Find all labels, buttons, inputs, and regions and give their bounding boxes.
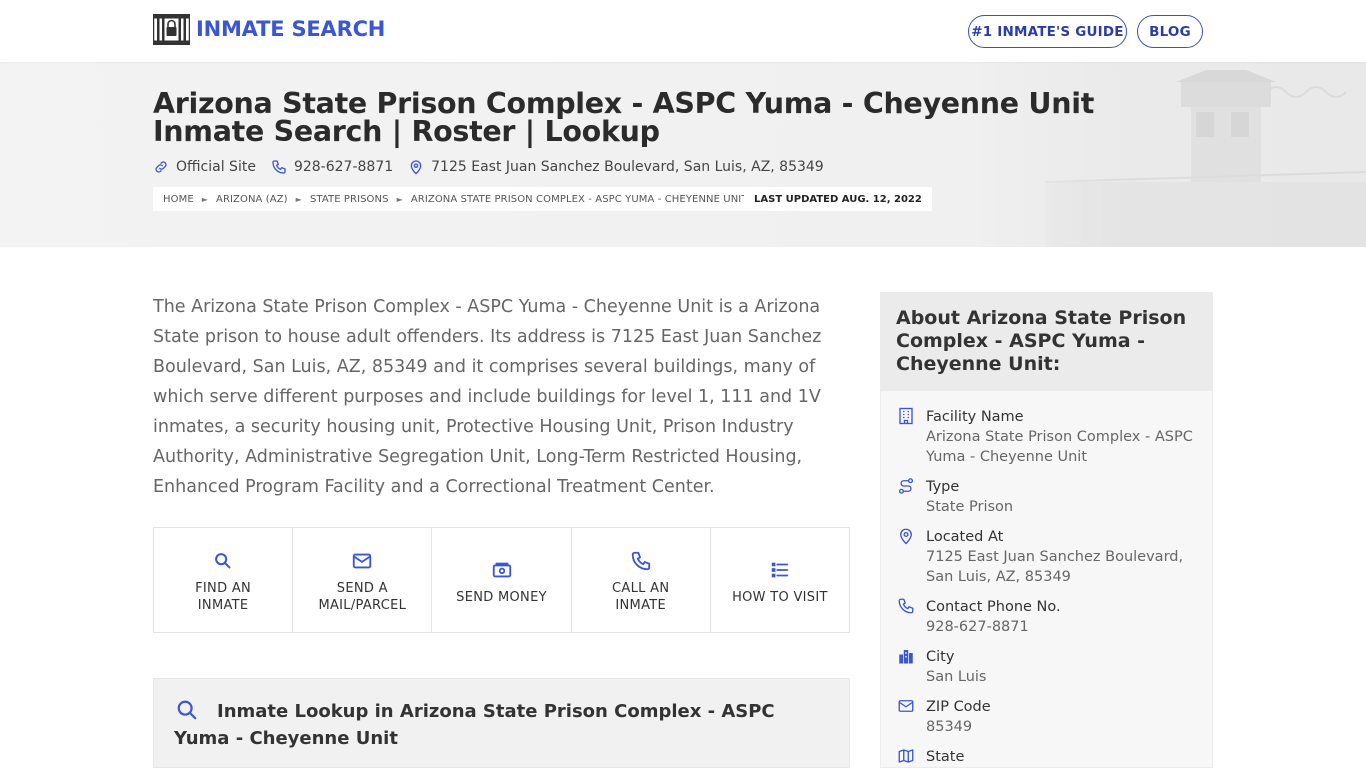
zip-code-row: ZIP Code 85349: [881, 697, 1212, 737]
hero-banner: Arizona State Prison Complex - ASPC Yuma…: [0, 62, 1366, 247]
how-to-visit-label: HOW TO VISIT: [732, 589, 828, 605]
type-label: Type: [926, 479, 960, 495]
blog-button[interactable]: BLOG: [1137, 15, 1203, 48]
list-icon: [771, 562, 789, 577]
about-facility-sidebar: About Arizona State Prison Complex - ASP…: [880, 292, 1213, 768]
page-title: Arizona State Prison Complex - ASPC Yuma…: [153, 87, 1095, 148]
breadcrumb-home[interactable]: HOME: [163, 194, 194, 205]
contact-phone-value[interactable]: 928-627-8871: [926, 617, 1200, 637]
search-icon: [215, 553, 231, 569]
send-mail-tile[interactable]: SEND A MAIL/PARCEL: [293, 528, 433, 632]
state-label: State: [926, 749, 965, 765]
inmates-guide-button[interactable]: #1 INMATE'S GUIDE: [968, 15, 1127, 48]
facility-name-label: Facility Name: [926, 409, 1024, 425]
how-to-visit-tile[interactable]: HOW TO VISIT: [711, 528, 849, 632]
find-inmate-tile[interactable]: FIND AN INMATE: [154, 528, 294, 632]
mail-icon: [353, 553, 372, 569]
located-at-value: 7125 East Juan Sanchez Boulevard, San Lu…: [926, 549, 1184, 585]
phone-number: 928-627-8871: [293, 159, 394, 175]
phone-icon: [898, 598, 914, 614]
contact-phone-label: Contact Phone No.: [926, 599, 1061, 615]
jail-lock-icon: [153, 13, 190, 45]
inmate-lookup-panel: Inmate Lookup in Arizona State Prison Co…: [153, 678, 850, 768]
city-value: San Luis: [926, 669, 987, 685]
breadcrumb-current: ARIZONA STATE PRISON COMPLEX - ASPC YUMA…: [410, 193, 748, 205]
top-navbar: INMATE SEARCH #1 INMATE'S GUIDE BLOG: [0, 0, 1366, 62]
action-tiles: FIND AN INMATE SEND A MAIL/PARCEL SEND MON…: [153, 527, 850, 633]
breadcrumb-separator-icon: ►: [396, 194, 403, 204]
zip-code-value: 85349: [926, 719, 973, 735]
facility-name-row: Facility Name Arizona State Prison Compl…: [881, 407, 1212, 467]
type-value: State Prison: [926, 499, 1014, 515]
call-inmate-label: CALL AN INMATE: [612, 581, 670, 613]
sidebar-title: About Arizona State Prison Complex - ASP…: [896, 307, 1187, 375]
map-pin-icon: [900, 528, 912, 545]
address-item: 7125 East Juan Sanchez Boulevard, San Lu…: [408, 159, 824, 175]
sidebar-header: About Arizona State Prison Complex - ASP…: [881, 293, 1212, 391]
breadcrumb-state-prisons[interactable]: STATE PRISONS: [310, 194, 389, 205]
site-logo[interactable]: INMATE SEARCH: [153, 13, 385, 45]
call-inmate-tile[interactable]: CALL AN INMATE: [572, 528, 711, 632]
phone-icon: [272, 160, 286, 174]
phone-link[interactable]: 928-627-8871: [271, 159, 393, 175]
city-row: City San Luis: [881, 647, 1212, 687]
breadcrumb-separator-icon: ►: [295, 194, 302, 204]
map-icon: [898, 749, 914, 763]
city-label: City: [926, 649, 955, 665]
send-money-tile[interactable]: SEND MONEY: [432, 528, 572, 632]
state-row: State: [881, 747, 1212, 767]
official-site-link[interactable]: Official Site: [153, 159, 256, 175]
mail-icon: [898, 700, 914, 712]
route-icon: [898, 478, 914, 494]
facility-meta: Official Site 928-627-8871 7125 East Jua…: [153, 157, 839, 177]
lookup-heading: Inmate Lookup in Arizona State Prison Co…: [174, 701, 775, 749]
facility-details-list: Facility Name Arizona State Prison Compl…: [881, 391, 1212, 767]
breadcrumb-separator-icon: ►: [201, 194, 209, 204]
breadcrumb-state[interactable]: ARIZONA (AZ): [216, 194, 288, 205]
city-icon: [899, 650, 913, 664]
facility-name-value: Arizona State Prison Complex - ASPC Yuma…: [926, 429, 1193, 465]
send-mail-label: SEND A MAIL/PARCEL: [318, 581, 407, 613]
map-pin-icon: [410, 160, 422, 175]
zip-code-label: ZIP Code: [926, 699, 991, 715]
address-text: 7125 East Juan Sanchez Boulevard, San Lu…: [431, 159, 824, 175]
send-money-label: SEND MONEY: [456, 589, 547, 605]
breadcrumb: HOME ► ARIZONA (AZ) ► STATE PRISONS ► AR…: [153, 187, 758, 211]
facility-description: The Arizona State Prison Complex - ASPC …: [153, 297, 822, 497]
link-icon: [155, 161, 167, 173]
contact-phone-row: Contact Phone No. 928-627-8871: [881, 597, 1212, 637]
phone-icon: [631, 551, 650, 571]
last-updated-badge: LAST UPDATED AUG. 12, 2022: [744, 187, 932, 211]
located-at-row: Located At 7125 East Juan Sanchez Boulev…: [881, 527, 1212, 587]
find-inmate-label: FIND AN INMATE: [195, 581, 252, 613]
located-at-label: Located At: [926, 529, 1004, 545]
logo-text: INMATE SEARCH: [196, 17, 386, 41]
type-row: Type State Prison: [881, 477, 1212, 517]
official-site-label: Official Site: [176, 159, 256, 175]
building-icon: [899, 407, 913, 425]
money-icon: [492, 562, 511, 577]
